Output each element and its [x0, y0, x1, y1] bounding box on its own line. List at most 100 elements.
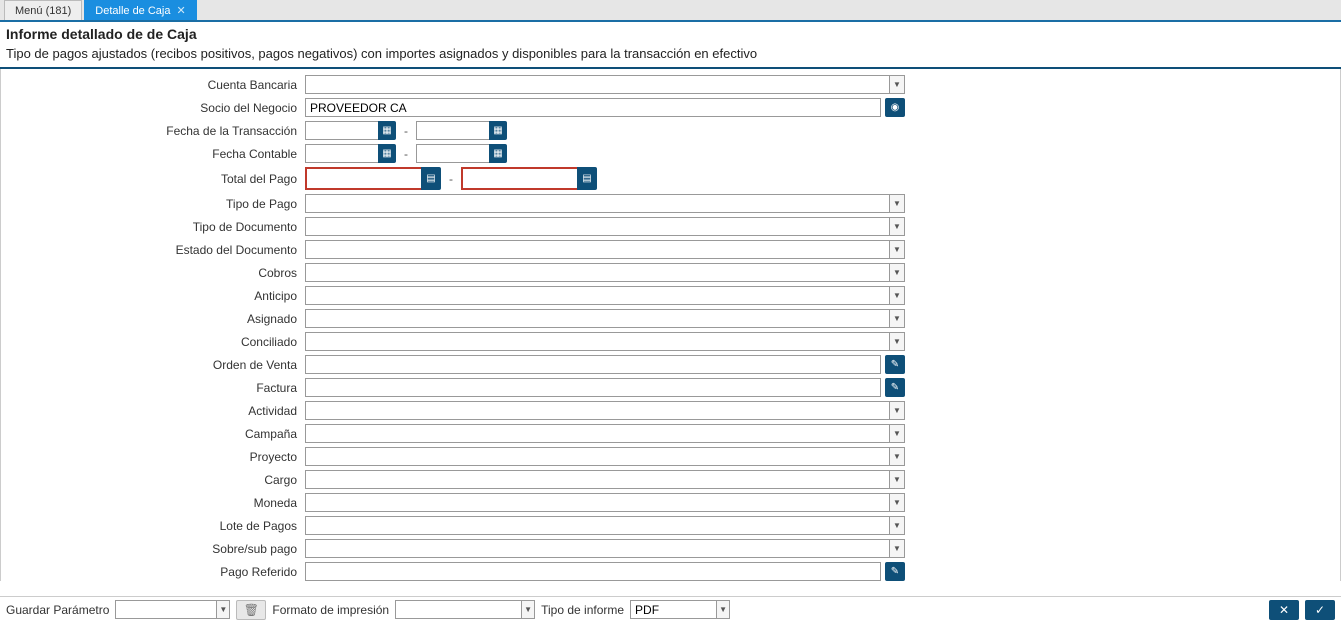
chevron-down-icon[interactable]: ▼ — [889, 217, 905, 236]
chevron-down-icon[interactable]: ▼ — [889, 309, 905, 328]
chevron-down-icon[interactable]: ▼ — [889, 240, 905, 259]
calculator-icon[interactable]: ▤ — [577, 167, 597, 190]
field-asignado[interactable]: ▼ — [305, 309, 905, 328]
delete-button[interactable]: 🗑 — [236, 600, 266, 620]
total-pago-to[interactable]: ▤ — [461, 167, 597, 190]
tab-menu[interactable]: Menú (181) — [4, 0, 82, 20]
field-sobre-sub-pago[interactable]: ▼ — [305, 539, 905, 558]
calculator-icon[interactable]: ▤ — [421, 167, 441, 190]
chevron-down-icon[interactable]: ▼ — [521, 600, 535, 619]
input-fecha-trans-from[interactable] — [305, 121, 378, 140]
ok-button[interactable]: ✓ — [1305, 600, 1335, 620]
chevron-down-icon[interactable]: ▼ — [889, 516, 905, 535]
date-transaccion-to[interactable]: ▦ — [416, 121, 507, 140]
input-tipo-informe[interactable] — [630, 600, 716, 619]
date-transaccion-from[interactable]: ▦ — [305, 121, 396, 140]
tab-detalle-caja[interactable]: Detalle de Caja ✕ — [84, 0, 196, 20]
input-actividad[interactable] — [305, 401, 889, 420]
calendar-icon[interactable]: ▦ — [378, 121, 396, 140]
input-tipo-documento[interactable] — [305, 217, 889, 236]
input-estado-documento[interactable] — [305, 240, 889, 259]
chevron-down-icon[interactable]: ▼ — [889, 286, 905, 305]
input-cargo[interactable] — [305, 470, 889, 489]
chevron-down-icon[interactable]: ▼ — [889, 263, 905, 282]
calendar-icon[interactable]: ▦ — [489, 121, 507, 140]
input-proyecto[interactable] — [305, 447, 889, 466]
close-icon: ✕ — [1279, 603, 1289, 617]
field-tipo-pago[interactable]: ▼ — [305, 194, 905, 213]
input-sobre-sub-pago[interactable] — [305, 539, 889, 558]
input-guardar-parametro[interactable] — [115, 600, 216, 619]
input-cuenta-bancaria[interactable] — [305, 75, 889, 94]
label-lote-pagos: Lote de Pagos — [5, 519, 305, 533]
chevron-down-icon[interactable]: ▼ — [889, 332, 905, 351]
input-pago-referido[interactable] — [305, 562, 881, 581]
form-area: Cuenta Bancaria ▼ Socio del Negocio ◉ Fe… — [0, 69, 1341, 581]
label-conciliado: Conciliado — [5, 335, 305, 349]
footer-bar: Guardar Parámetro ▼ 🗑 Formato de impresi… — [0, 596, 1341, 622]
trash-icon: 🗑 — [244, 603, 259, 617]
field-tipo-informe[interactable]: ▼ — [630, 600, 730, 619]
label-factura: Factura — [5, 381, 305, 395]
input-fecha-cont-from[interactable] — [305, 144, 378, 163]
field-campana[interactable]: ▼ — [305, 424, 905, 443]
field-tipo-documento[interactable]: ▼ — [305, 217, 905, 236]
input-total-pago-to[interactable] — [461, 167, 579, 190]
calendar-icon[interactable]: ▦ — [378, 144, 396, 163]
input-lote-pagos[interactable] — [305, 516, 889, 535]
date-contable-from[interactable]: ▦ — [305, 144, 396, 163]
field-proyecto[interactable]: ▼ — [305, 447, 905, 466]
calendar-icon[interactable]: ▦ — [489, 144, 507, 163]
chevron-down-icon[interactable]: ▼ — [889, 447, 905, 466]
input-anticipo[interactable] — [305, 286, 889, 305]
input-conciliado[interactable] — [305, 332, 889, 351]
tab-menu-label: Menú (181) — [15, 1, 71, 21]
chevron-down-icon[interactable]: ▼ — [889, 424, 905, 443]
input-total-pago-from[interactable] — [305, 167, 423, 190]
input-formato-impresion[interactable] — [395, 600, 521, 619]
input-factura[interactable] — [305, 378, 881, 397]
tab-active-label: Detalle de Caja — [95, 1, 170, 21]
range-separator: - — [445, 172, 457, 186]
field-cargo[interactable]: ▼ — [305, 470, 905, 489]
lookup-socio-button[interactable]: ◉ — [885, 98, 905, 117]
input-campana[interactable] — [305, 424, 889, 443]
label-tipo-informe: Tipo de informe — [541, 603, 624, 617]
date-contable-to[interactable]: ▦ — [416, 144, 507, 163]
field-estado-documento[interactable]: ▼ — [305, 240, 905, 259]
input-fecha-cont-to[interactable] — [416, 144, 489, 163]
field-lote-pagos[interactable]: ▼ — [305, 516, 905, 535]
label-cargo: Cargo — [5, 473, 305, 487]
chevron-down-icon[interactable]: ▼ — [716, 600, 730, 619]
chevron-down-icon[interactable]: ▼ — [889, 194, 905, 213]
input-socio-negocio[interactable] — [305, 98, 881, 117]
cancel-button[interactable]: ✕ — [1269, 600, 1299, 620]
field-actividad[interactable]: ▼ — [305, 401, 905, 420]
range-separator: - — [400, 124, 412, 138]
input-asignado[interactable] — [305, 309, 889, 328]
field-moneda[interactable]: ▼ — [305, 493, 905, 512]
total-pago-from[interactable]: ▤ — [305, 167, 441, 190]
lookup-pago-referido-button[interactable]: ✎ — [885, 562, 905, 581]
lookup-factura-button[interactable]: ✎ — [885, 378, 905, 397]
chevron-down-icon[interactable]: ▼ — [889, 470, 905, 489]
chevron-down-icon[interactable]: ▼ — [889, 75, 905, 94]
field-guardar-parametro[interactable]: ▼ — [115, 600, 230, 619]
field-cuenta-bancaria[interactable]: ▼ — [305, 75, 905, 94]
chevron-down-icon[interactable]: ▼ — [889, 401, 905, 420]
field-conciliado[interactable]: ▼ — [305, 332, 905, 351]
input-orden-venta[interactable] — [305, 355, 881, 374]
chevron-down-icon[interactable]: ▼ — [889, 493, 905, 512]
chevron-down-icon[interactable]: ▼ — [889, 539, 905, 558]
lookup-orden-button[interactable]: ✎ — [885, 355, 905, 374]
field-cobros[interactable]: ▼ — [305, 263, 905, 282]
field-anticipo[interactable]: ▼ — [305, 286, 905, 305]
field-formato-impresion[interactable]: ▼ — [395, 600, 535, 619]
input-fecha-trans-to[interactable] — [416, 121, 489, 140]
input-cobros[interactable] — [305, 263, 889, 282]
input-tipo-pago[interactable] — [305, 194, 889, 213]
tab-bar: Menú (181) Detalle de Caja ✕ — [0, 0, 1341, 22]
chevron-down-icon[interactable]: ▼ — [216, 600, 230, 619]
close-icon[interactable]: ✕ — [176, 1, 185, 21]
input-moneda[interactable] — [305, 493, 889, 512]
